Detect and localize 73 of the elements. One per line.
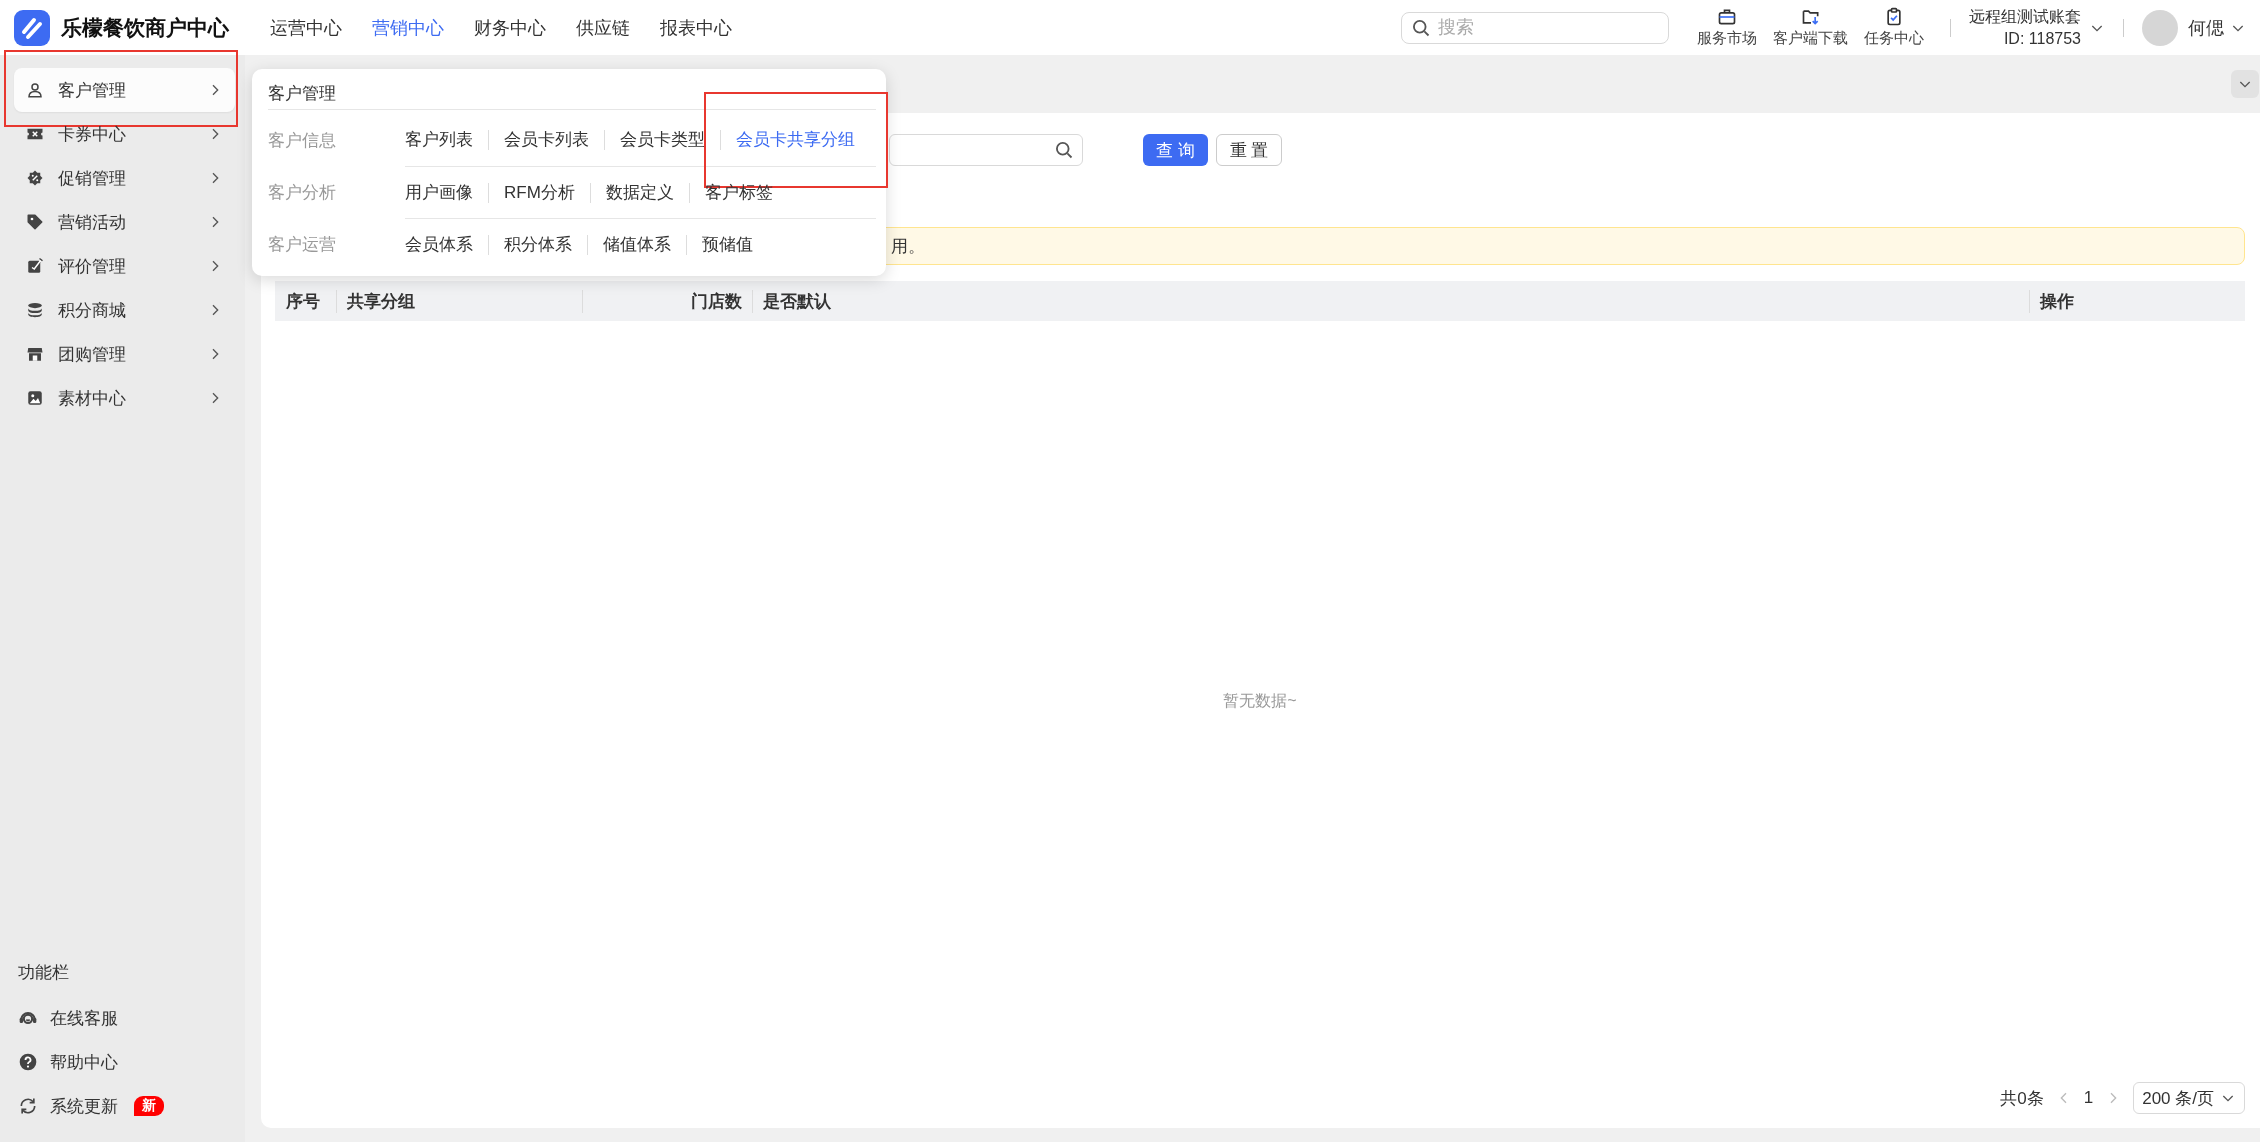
sidebar-item[interactable]: 积分商城	[14, 288, 235, 332]
image-icon	[26, 389, 44, 407]
query-button[interactable]: 查 询	[1143, 134, 1208, 166]
sidebar-link[interactable]: 帮助中心	[50, 1050, 118, 1074]
menu-link[interactable]: 会员卡类型	[604, 130, 720, 150]
sidebar-link[interactable]: 系统更新	[50, 1094, 118, 1118]
folder-download-icon	[1800, 7, 1821, 27]
total-count: 共0条	[2000, 1087, 2044, 1110]
nav-tab[interactable]: 财务中心	[474, 15, 546, 40]
logo-icon	[14, 9, 50, 46]
toolbar-button[interactable]: 任务中心	[1864, 7, 1924, 48]
page-number[interactable]: 1	[2083, 1088, 2094, 1108]
section-title: 功能栏	[17, 962, 70, 984]
menu-link[interactable]: 会员卡列表	[488, 130, 604, 150]
collapse-button[interactable]	[2231, 70, 2259, 98]
menu-link[interactable]: 数据定义	[589, 182, 689, 203]
edit-icon	[26, 257, 44, 275]
toolbar-button[interactable]: 服务市场	[1697, 7, 1757, 48]
menu-link[interactable]: 会员卡共享分组	[720, 130, 870, 150]
menu-link[interactable]: 用户画像	[405, 182, 488, 203]
app-title: 乐檬餐饮商户中心	[61, 14, 229, 41]
search-icon	[1411, 17, 1431, 38]
group-label: 客户运营	[268, 233, 337, 256]
briefcase-icon	[1717, 7, 1737, 27]
user-name[interactable]: 何偲	[2188, 15, 2224, 40]
tag-icon	[26, 213, 44, 231]
menu-link[interactable]: RFM分析	[488, 182, 590, 203]
notice-text: 用。	[891, 235, 925, 258]
account-switcher[interactable]: 远程组测试账套 ID: 118753	[1969, 5, 2105, 50]
refresh-icon	[18, 1096, 38, 1116]
menu-link[interactable]: 预储值	[686, 234, 768, 255]
menu-link[interactable]: 积分体系	[488, 234, 587, 255]
coin-stack-icon	[26, 301, 44, 319]
new-badge: 新	[134, 1096, 164, 1116]
reset-button[interactable]: 重 置	[1215, 134, 1283, 166]
user-icon	[26, 81, 44, 99]
column-header: 门店数	[582, 289, 752, 313]
nav-tab[interactable]: 营销中心	[372, 15, 444, 40]
store-icon	[26, 345, 44, 363]
sidebar-item[interactable]: 素材中心	[14, 376, 235, 420]
sidebar-link[interactable]: 在线客服	[50, 1006, 118, 1030]
help-icon	[18, 1052, 38, 1072]
empty-message: 暂无数据~	[1223, 691, 1297, 711]
sidebar-item[interactable]: 评价管理	[14, 244, 235, 288]
sidebar-item[interactable]: 促销管理	[14, 156, 235, 200]
page-size-select[interactable]: 200 条/页	[2133, 1082, 2245, 1114]
account-name: 远程组测试账套	[1969, 6, 2081, 27]
search-field[interactable]	[889, 134, 1083, 166]
search-icon	[1054, 140, 1074, 160]
nav-tab[interactable]: 供应链	[576, 15, 630, 40]
nav-tab[interactable]: 报表中心	[660, 15, 732, 40]
percent-badge-icon	[26, 169, 44, 187]
search-field[interactable]: 搜索	[1401, 11, 1669, 44]
group-label: 客户分析	[268, 181, 337, 204]
account-id: ID: 118753	[2003, 28, 2081, 49]
sidebar-item[interactable]: 卡券中心	[14, 112, 235, 156]
column-header: 是否默认	[752, 289, 2029, 313]
menu-link[interactable]: 会员体系	[405, 234, 488, 255]
column-header: 序号	[285, 290, 321, 313]
menu-link[interactable]: 储值体系	[587, 234, 686, 255]
menu-link[interactable]: 客户标签	[688, 182, 788, 203]
toolbar-button[interactable]: 客户端下载	[1773, 7, 1848, 48]
sidebar-item[interactable]: 团购管理	[14, 332, 235, 376]
avatar[interactable]	[2142, 9, 2178, 46]
column-header: 共享分组	[336, 289, 582, 313]
clipboard-check-icon	[1884, 7, 1904, 27]
sidebar-item[interactable]: 营销活动	[14, 200, 235, 244]
menu-title: 客户管理	[268, 77, 876, 110]
sidebar-item[interactable]: 客户管理	[14, 68, 235, 112]
group-label: 客户信息	[268, 129, 337, 152]
nav-tab[interactable]: 运营中心	[270, 15, 342, 40]
column-header: 操作	[2029, 289, 2245, 313]
menu-link[interactable]: 客户列表	[405, 130, 488, 150]
